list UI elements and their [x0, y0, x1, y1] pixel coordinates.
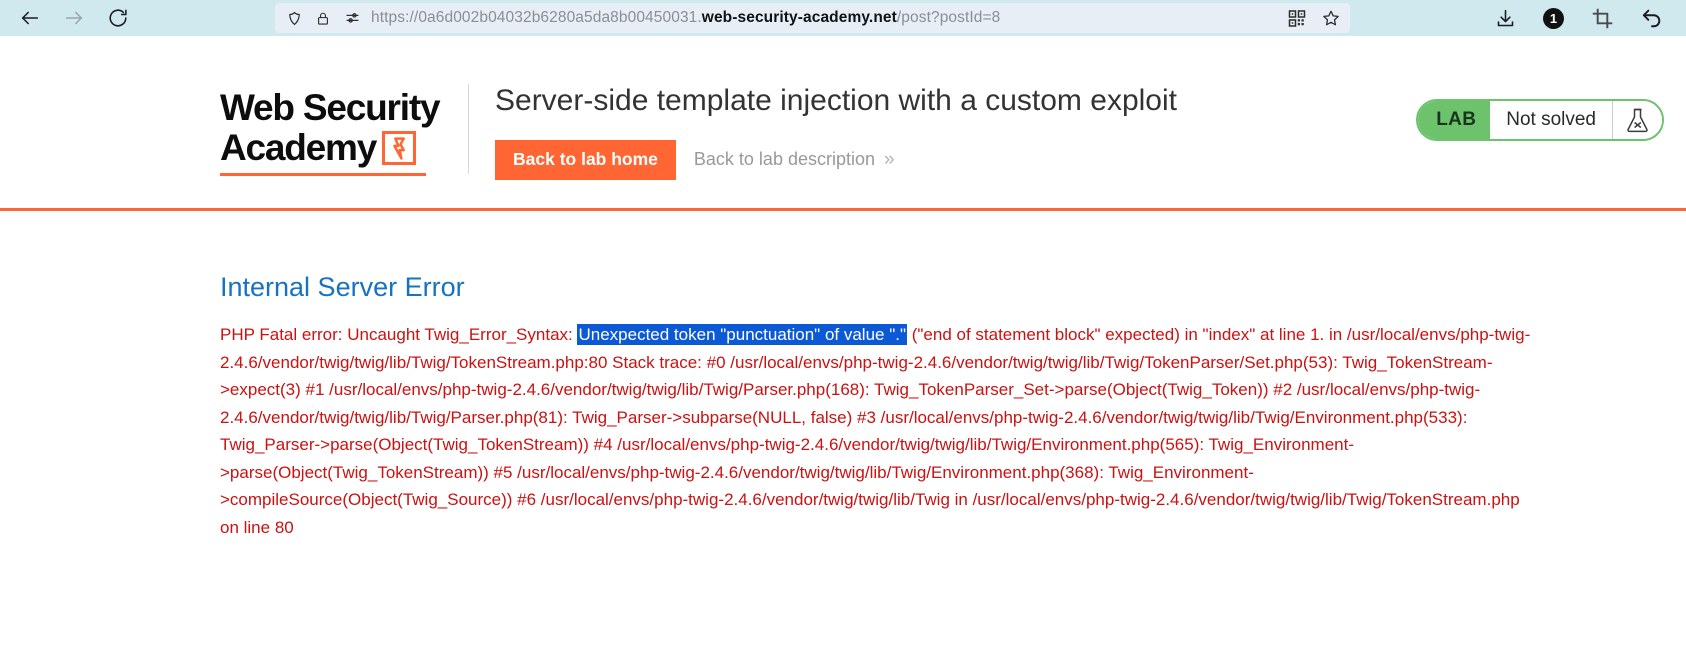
- url-scheme: https://: [371, 9, 419, 26]
- lab-status-text: Not solved: [1490, 101, 1612, 139]
- back-to-lab-home-button[interactable]: Back to lab home: [495, 140, 676, 180]
- crop-icon[interactable]: [1590, 6, 1614, 30]
- browser-toolbar: https://0a6d002b04032b6280a5da8b00450031…: [0, 0, 1686, 36]
- lab-badge: LAB: [1418, 101, 1491, 139]
- star-icon[interactable]: [1322, 9, 1340, 27]
- academy-logo[interactable]: Web Security Academy: [220, 36, 468, 176]
- lab-header-actions: Back to lab home Back to lab description…: [495, 140, 1686, 180]
- url-path: /post?postId=8: [896, 9, 1001, 26]
- page-settings-icon[interactable]: [343, 9, 361, 27]
- error-rest: ("end of statement block" expected) in "…: [220, 325, 1531, 537]
- reload-icon[interactable]: [104, 4, 132, 32]
- navigation-buttons: [0, 4, 132, 32]
- chevron-right-icon: »: [884, 148, 894, 170]
- logo-line-2: Academy: [220, 127, 377, 168]
- error-stack-trace: PHP Fatal error: Uncaught Twig_Error_Syn…: [220, 321, 1531, 541]
- error-prefix: PHP Fatal error: Uncaught Twig_Error_Syn…: [220, 325, 578, 344]
- logo-line-1: Web Security: [220, 87, 441, 128]
- undo-arrow-icon[interactable]: [1640, 6, 1664, 30]
- lab-status-widget[interactable]: LAB Not solved: [1416, 99, 1664, 141]
- error-content: Internal Server Error PHP Fatal error: U…: [0, 211, 1686, 541]
- back-to-lab-description-link[interactable]: Back to lab description »: [693, 148, 895, 171]
- url-host: web-security-academy.net: [701, 9, 897, 26]
- lightning-bolt-icon: [382, 131, 417, 165]
- logo-line-2-row: Academy: [220, 128, 468, 168]
- logo-underline: [220, 173, 426, 176]
- flask-icon[interactable]: [1612, 101, 1662, 139]
- notification-count-badge[interactable]: 1: [1543, 7, 1564, 29]
- back-icon[interactable]: [16, 4, 44, 32]
- address-bar[interactable]: https://0a6d002b04032b6280a5da8b00450031…: [275, 3, 1350, 33]
- shield-icon[interactable]: [285, 9, 303, 27]
- url-text[interactable]: https://0a6d002b04032b6280a5da8b00450031…: [371, 9, 1278, 27]
- url-subdomain: 0a6d002b04032b6280a5da8b00450031.: [418, 9, 702, 26]
- browser-actions: 1: [1493, 6, 1686, 30]
- address-bar-left-icons: [285, 9, 361, 27]
- selected-error-text[interactable]: Unexpected token "punctuation" of value …: [577, 324, 907, 345]
- download-icon[interactable]: [1493, 6, 1517, 30]
- page-body: Web Security Academy Server-side templat…: [0, 36, 1686, 541]
- error-title: Internal Server Error: [220, 272, 465, 302]
- qr-code-icon[interactable]: [1288, 9, 1306, 27]
- forward-icon[interactable]: [60, 4, 88, 32]
- address-bar-container: https://0a6d002b04032b6280a5da8b00450031…: [132, 3, 1493, 33]
- back-to-lab-description-label: Back to lab description: [693, 149, 876, 170]
- address-bar-right-icons: [1288, 9, 1340, 27]
- lock-icon[interactable]: [314, 9, 332, 27]
- lab-header: Web Security Academy Server-side templat…: [0, 36, 1686, 208]
